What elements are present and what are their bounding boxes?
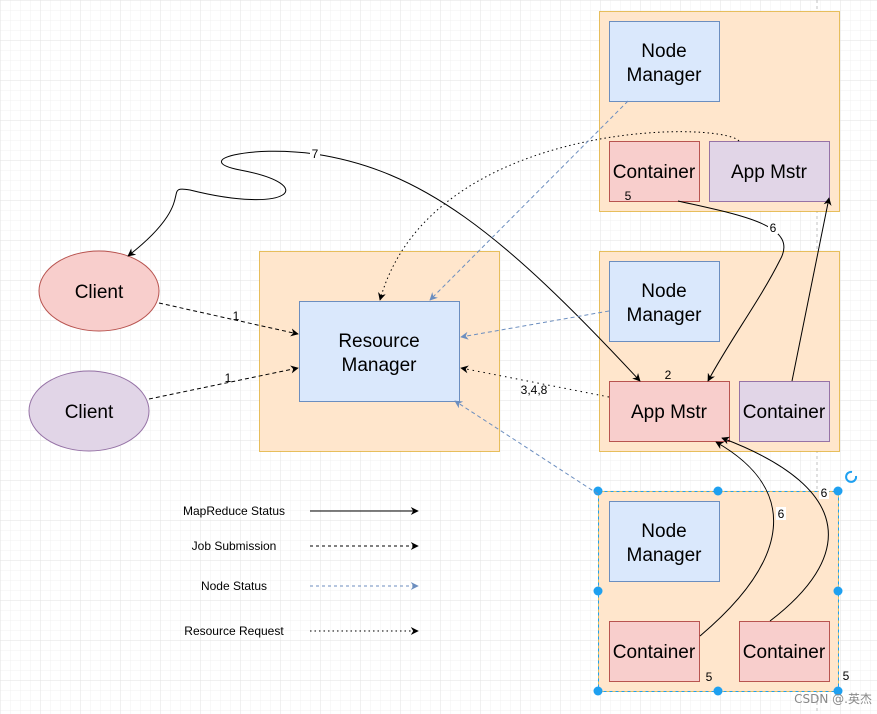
diagram-canvas[interactable]: Resource Manager Client Client Node Mana… xyxy=(0,0,877,714)
label-5a: 5 xyxy=(625,189,632,203)
client-2[interactable]: Client xyxy=(28,370,150,452)
node-manager-1-label-2: Manager xyxy=(627,65,703,86)
label-1b: 1 xyxy=(225,371,232,385)
client-1[interactable]: Client xyxy=(38,250,160,332)
container-1a-label: Container xyxy=(613,162,696,183)
node-manager-3-label-2: Manager xyxy=(627,545,703,566)
label-6c: 6 xyxy=(821,486,828,500)
client-2-label: Client xyxy=(65,402,114,423)
legend-mapreduce-status: MapReduce Status xyxy=(183,504,285,518)
label-5c: 5 xyxy=(843,669,850,683)
node-manager-2-label-1: Node xyxy=(641,281,686,302)
node-manager-2-label-2: Manager xyxy=(627,305,703,326)
label-7: 7 xyxy=(312,147,319,161)
label-3-4-8: 3,4,8 xyxy=(521,383,548,397)
node-group-3[interactable]: Node Manager Container Container xyxy=(593,470,858,696)
label-2: 2 xyxy=(665,368,672,382)
label-1a: 1 xyxy=(233,309,240,323)
container-2b-label: Container xyxy=(743,402,826,423)
app-master-2-label: App Mstr xyxy=(631,402,708,423)
resource-manager-label-1: Resource xyxy=(338,331,419,352)
node-group-2[interactable]: Node Manager App Mstr Container xyxy=(599,251,840,452)
node-manager-3-label-1: Node xyxy=(641,521,686,542)
label-6b: 6 xyxy=(778,507,785,521)
label-5b: 5 xyxy=(706,670,713,684)
legend-resource-request: Resource Request xyxy=(184,624,284,638)
resource-manager-label-2: Manager xyxy=(342,355,418,376)
label-6a: 6 xyxy=(770,221,777,235)
resource-manager-group[interactable]: Resource Manager xyxy=(259,251,500,452)
node-manager-1-label-1: Node xyxy=(641,41,686,62)
container-3a-label: Container xyxy=(613,642,696,663)
client-1-label: Client xyxy=(75,282,124,303)
legend-node-status: Node Status xyxy=(201,579,267,593)
watermark: CSDN @.英杰 xyxy=(794,692,872,706)
app-master-1-label: App Mstr xyxy=(731,162,808,183)
container-3b-label: Container xyxy=(743,642,826,663)
legend-job-submission: Job Submission xyxy=(192,539,277,553)
node-group-1[interactable]: Node Manager Container App Mstr xyxy=(599,11,840,212)
